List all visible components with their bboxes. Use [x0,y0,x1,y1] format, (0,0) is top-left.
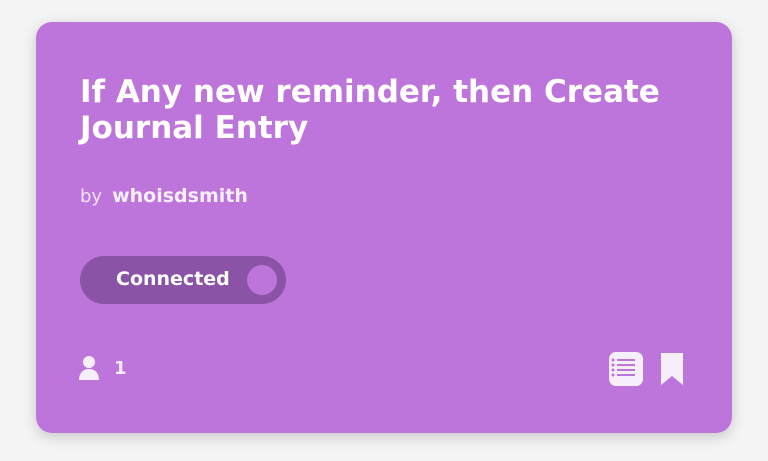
by-label: by [80,186,103,207]
applet-card[interactable]: If Any new reminder, then Create Journal… [36,22,732,433]
byline: by whoisdsmith [80,185,248,207]
toggle-label: Connected [116,268,230,290]
author-name[interactable]: whoisdsmith [112,185,248,207]
bookmark-icon[interactable] [660,352,684,386]
person-icon [79,356,99,380]
connected-toggle[interactable]: Connected [80,256,286,304]
journal-icon-glyph [611,358,635,377]
users-count-value: 1 [114,357,127,379]
toggle-knob [247,265,277,295]
applet-title: If Any new reminder, then Create Journal… [80,74,660,146]
page: If Any new reminder, then Create Journal… [0,0,768,461]
journal-icon [609,352,643,386]
users-count: 1 [78,355,127,381]
